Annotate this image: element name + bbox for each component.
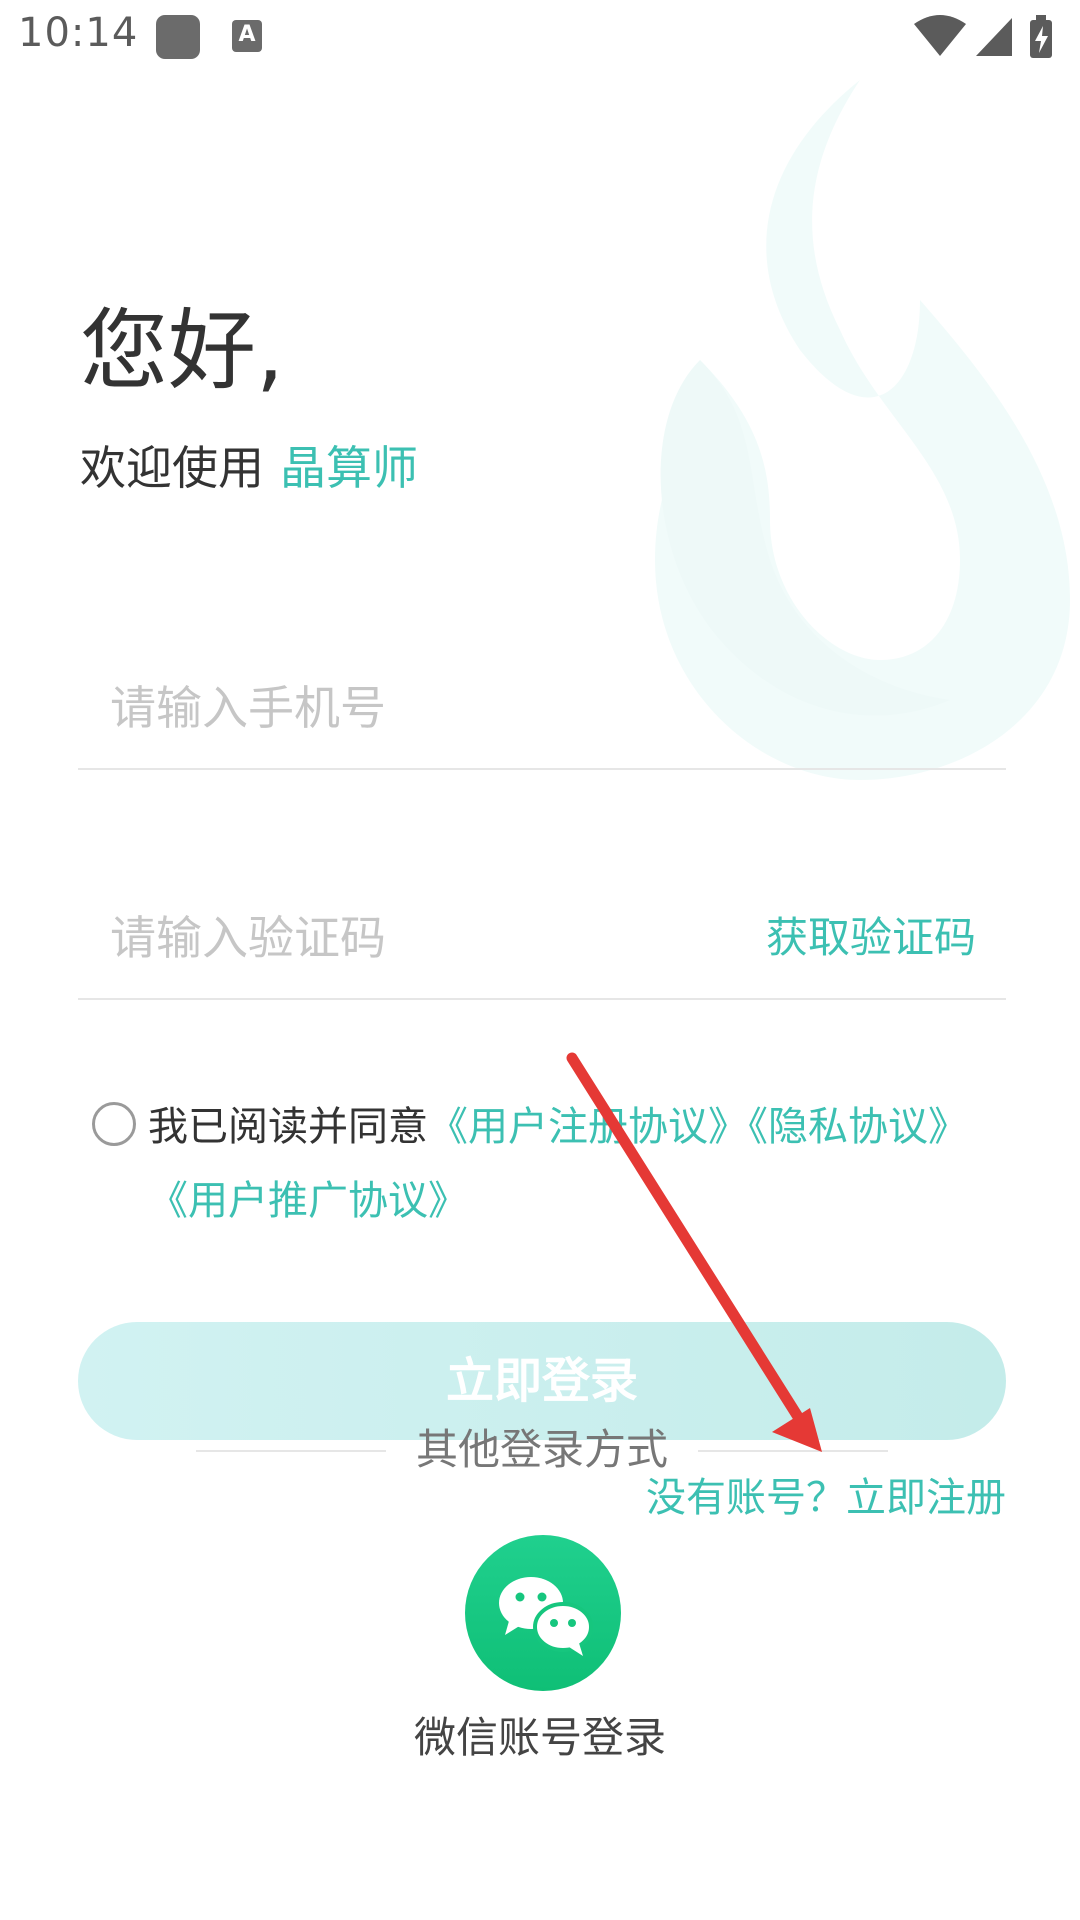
agreement-text: 我已阅读并同意《用户注册协议》《隐私协议》《用户推广协议》 (148, 1090, 988, 1238)
app-notification-icon (156, 15, 200, 59)
verification-code-input[interactable] (110, 878, 710, 998)
welcome-prefix: 欢迎使用 (80, 441, 264, 495)
brand-name: 晶算师 (280, 441, 418, 495)
wechat-login-button[interactable] (465, 1535, 621, 1691)
wechat-login-label: 微信账号登录 (413, 1713, 666, 1762)
greeting-title: 您好, (80, 299, 284, 402)
agreement-prefix: 我已阅读并同意 (148, 1104, 428, 1150)
phone-input[interactable] (110, 648, 710, 768)
signal-icon (976, 18, 1012, 56)
status-bar: 10:14 A (0, 0, 1080, 76)
phone-field (78, 648, 1006, 770)
battery-charging-icon (1030, 15, 1052, 58)
divider-line-right (698, 1450, 888, 1452)
wechat-icon (499, 1577, 593, 1656)
welcome-text: 欢迎使用 晶算师 (80, 432, 418, 498)
login-screen: 10:14 A 您好, 欢迎使用晶算师 获取验证码 我已阅读并同意《用户注 (0, 0, 1080, 1920)
user-register-agreement-link[interactable]: 《用户注册协议》 (428, 1104, 748, 1150)
keyboard-a-icon: A (232, 20, 262, 52)
user-promotion-agreement-link[interactable]: 《用户推广协议》 (148, 1178, 468, 1224)
agreement-checkbox[interactable] (92, 1102, 136, 1146)
privacy-agreement-link[interactable]: 《隐私协议》 (748, 1104, 968, 1150)
status-time: 10:14 (18, 10, 139, 56)
get-code-button[interactable]: 获取验证码 (766, 908, 976, 968)
status-icons (914, 15, 1052, 58)
wifi-icon (914, 15, 966, 56)
register-link[interactable]: 没有账号？立即注册 (646, 1468, 1006, 1528)
verification-code-field: 获取验证码 (78, 878, 1006, 1000)
